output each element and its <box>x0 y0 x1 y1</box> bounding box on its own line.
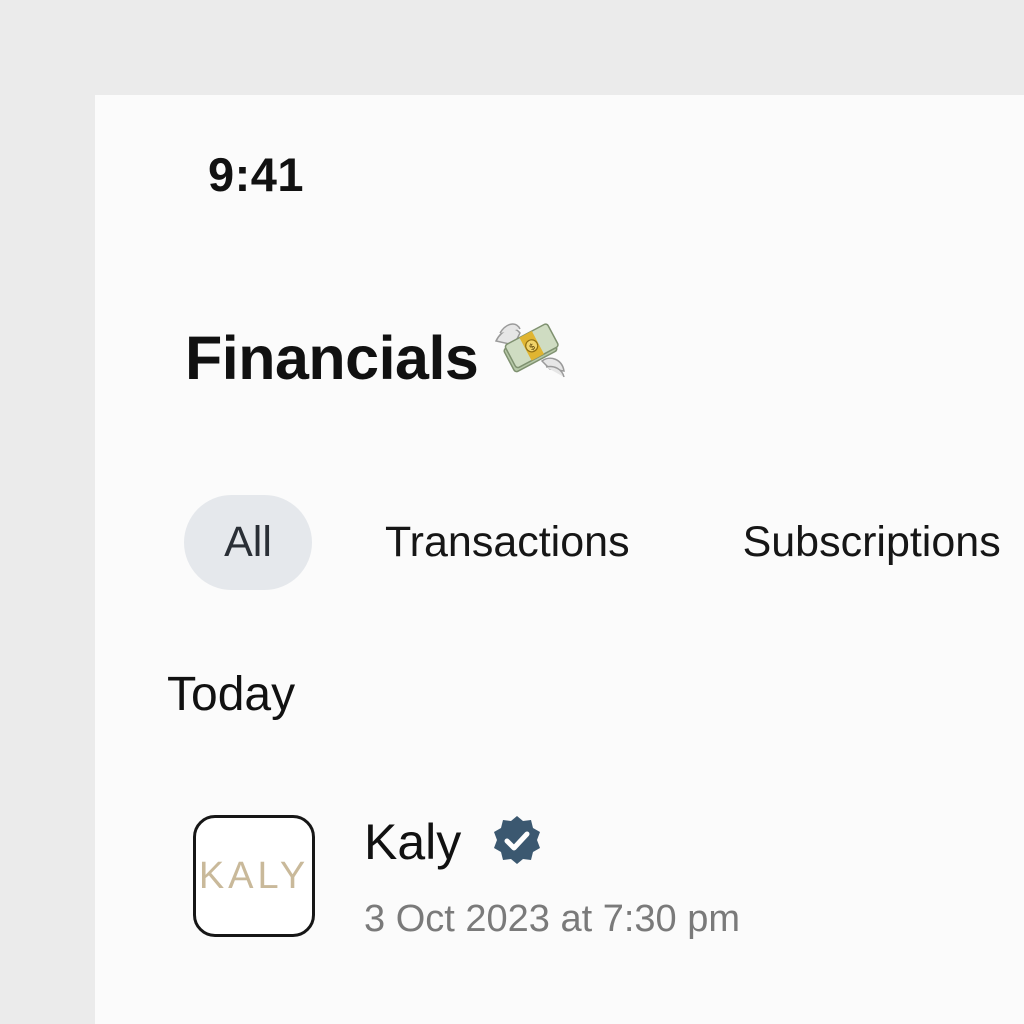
merchant-name: Kaly <box>364 814 462 870</box>
tab-subscriptions[interactable]: Subscriptions <box>743 495 1001 590</box>
verified-badge-icon <box>494 816 540 864</box>
tab-transactions[interactable]: Transactions <box>385 495 630 590</box>
transaction-datetime: 3 Oct 2023 at 7:30 pm <box>364 898 741 940</box>
merchant-logo: KALY <box>193 815 315 937</box>
section-label-today: Today <box>167 668 296 721</box>
money-with-wings-icon: $ <box>495 323 566 378</box>
page-title: Financials <box>185 324 479 392</box>
merchant-logo-text: KALY <box>198 854 310 897</box>
page-header: Financials $ <box>185 323 568 393</box>
status-bar-time: 9:41 <box>208 148 305 201</box>
tab-all[interactable]: All <box>184 495 312 590</box>
filter-tabs: All Transactions Subscriptions <box>184 495 1001 590</box>
transaction-row[interactable]: KALY Kaly 3 Oct 2023 at 7:30 pm <box>193 813 973 943</box>
phone-screen: 9:41 Financials $ All Transactions Subsc… <box>95 95 1024 1024</box>
